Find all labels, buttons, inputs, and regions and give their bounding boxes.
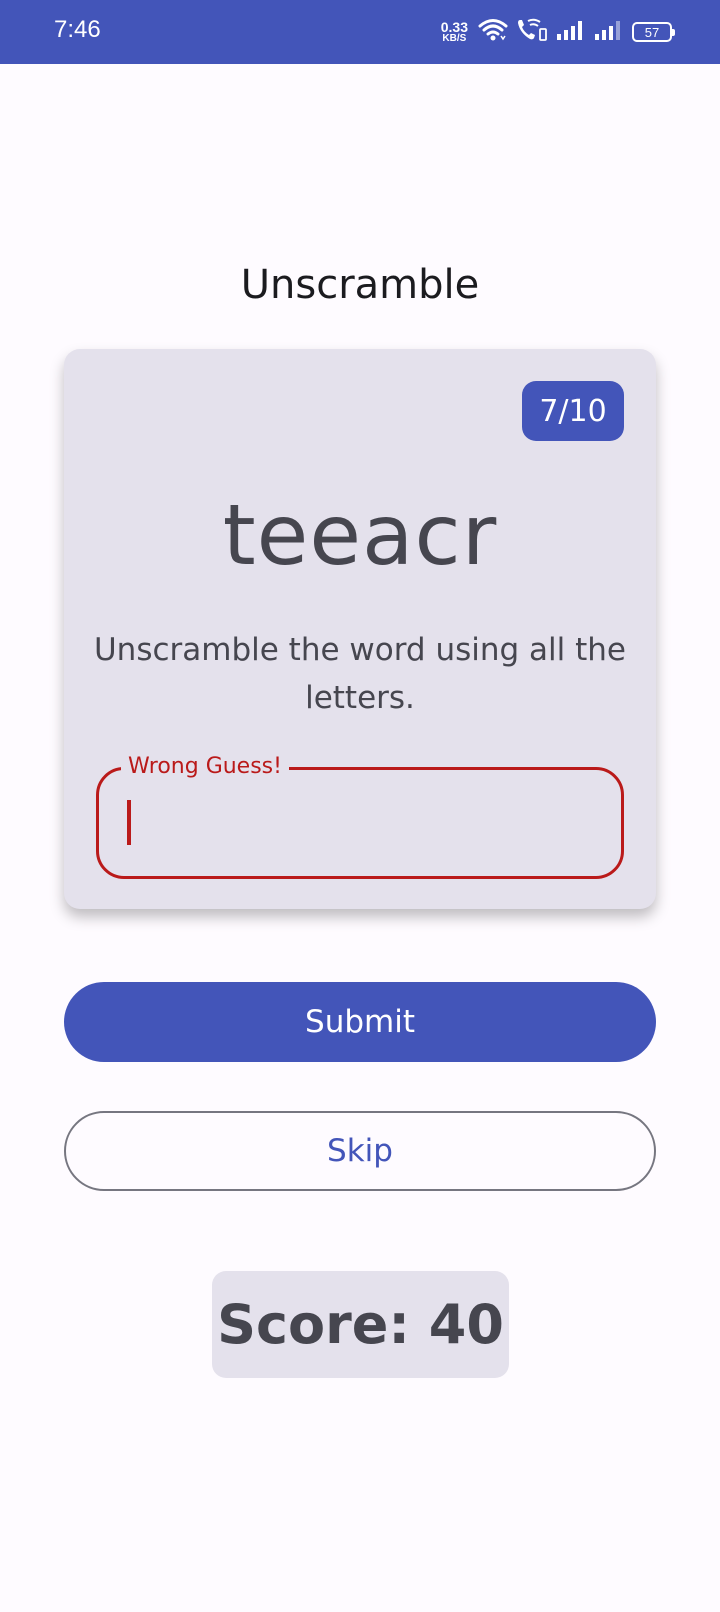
- guess-field[interactable]: Wrong Guess!: [96, 752, 624, 879]
- text-cursor: [127, 800, 131, 845]
- status-time: 7:46: [54, 16, 101, 43]
- network-speed-unit: KB/S: [442, 33, 467, 44]
- wifi-calling-icon: [516, 17, 548, 47]
- game-card: 7/10 teeacr Unscramble the word using al…: [64, 349, 656, 909]
- submit-button[interactable]: Submit: [64, 982, 656, 1062]
- wifi-icon: [478, 17, 508, 47]
- guess-input[interactable]: [119, 790, 603, 858]
- signal-icon: [594, 19, 624, 45]
- word-count-badge: 7/10: [522, 381, 624, 441]
- status-bar: 7:46 0.33 KB/S 57: [0, 0, 720, 64]
- battery-level: 57: [644, 24, 660, 40]
- scrambled-word: teeacr: [222, 486, 498, 584]
- signal-icon: [556, 19, 586, 45]
- guess-field-label: Wrong Guess!: [121, 752, 289, 782]
- battery-icon: 57: [632, 22, 675, 42]
- network-speed-value: 0.33: [440, 19, 468, 35]
- score-display: Score: 40: [212, 1271, 509, 1378]
- page-title: Unscramble: [240, 262, 480, 308]
- skip-button[interactable]: Skip: [64, 1111, 656, 1191]
- status-icons: 0.33 KB/S 57: [441, 14, 675, 50]
- instructions-text: Unscramble the word using all the letter…: [93, 632, 626, 716]
- network-speed: 0.33 KB/S: [441, 20, 468, 44]
